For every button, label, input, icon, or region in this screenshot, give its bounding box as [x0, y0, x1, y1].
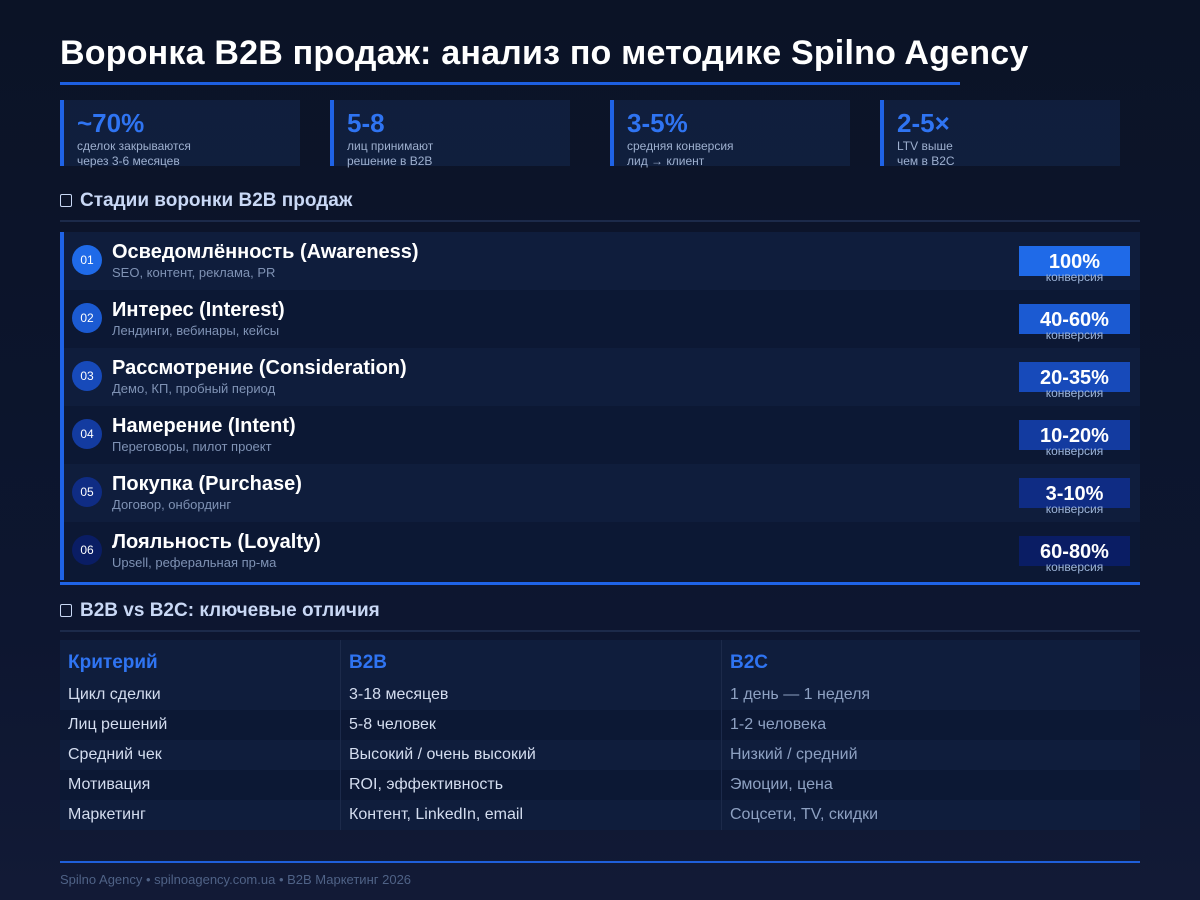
criterion-cell: Мотивация — [60, 770, 341, 800]
stage-conversion-badge: 40-60% конверсия — [1019, 304, 1130, 342]
stage-name: Рассмотрение (Consideration) — [112, 357, 407, 379]
stat-value: 2-5× — [897, 108, 950, 138]
criterion-cell: Маркетинг — [60, 800, 341, 830]
funnel-stages: 01 Осведомлённость (Awareness) SEO, контен… — [60, 232, 1140, 585]
b2b-cell: 5-8 человек — [340, 710, 722, 740]
conversion-label: конверсия — [1045, 560, 1104, 574]
stat-value: ~70% — [77, 108, 145, 138]
b2c-cell: Низкий / средний — [721, 740, 1140, 770]
stat-desc: лиц принимают решение в B2B — [347, 139, 434, 168]
b2b-cell: Высокий / очень высокий — [340, 740, 722, 770]
stat-card: 2-5× LTV выше чем в B2C — [880, 100, 1120, 168]
funnel-heading: Стадии воронки B2B продаж — [60, 190, 1140, 222]
stat-desc: сделок закрываются через 3-6 месяцев — [77, 139, 191, 168]
section-icon — [60, 194, 72, 207]
stats-row: ~70% сделок закрываются через 3-6 месяце… — [60, 100, 1140, 168]
footer-divider — [60, 861, 1140, 863]
comparison-heading-text: B2B vs B2C: ключевые отличия — [80, 600, 380, 621]
table-row: Цикл сделки 3-18 месяцев 1 день — 1 неделя — [60, 680, 1140, 710]
criterion-cell: Цикл сделки — [60, 680, 341, 710]
stat-value: 3-5% — [627, 108, 688, 138]
b2c-cell: Эмоции, цена — [721, 770, 1140, 800]
stage-channels: Лендинги, вебинары, кейсы — [112, 323, 280, 338]
stage-channels: Upsell, реферальная пр-ма — [112, 555, 277, 570]
stat-value: 5-8 — [347, 108, 385, 138]
stat-card: 5-8 лиц принимают решение в B2B — [330, 100, 570, 168]
stage-number-badge: 05 — [72, 477, 102, 507]
conversion-label: конверсия — [1045, 502, 1104, 516]
stage-number-badge: 06 — [72, 535, 102, 565]
stage-number-badge: 03 — [72, 361, 102, 391]
conversion-label: конверсия — [1045, 270, 1104, 284]
stat-card: 3-5% средняя конверсия лид → клиент — [610, 100, 850, 168]
stage-name: Интерес (Interest) — [112, 299, 285, 321]
conversion-label: конверсия — [1045, 328, 1104, 342]
funnel-stage: 06 Лояльность (Loyalty) Upsell, реферальна… — [60, 522, 1140, 580]
stage-name: Лояльность (Loyalty) — [112, 531, 321, 553]
stat-desc: LTV выше чем в B2C — [897, 139, 955, 168]
criterion-cell: Средний чек — [60, 740, 341, 770]
stage-number-badge: 01 — [72, 245, 102, 275]
b2b-cell: ROI, эффективность — [340, 770, 722, 800]
header-b2c: B2C — [721, 640, 1140, 680]
table-row: Маркетинг Контент, LinkedIn, email Соцсети… — [60, 800, 1140, 830]
funnel-stage: 03 Рассмотрение (Consideration) Демо, КП, … — [60, 348, 1140, 406]
stage-conversion-badge: 3-10% конверсия — [1019, 478, 1130, 516]
header-b2b: B2B — [340, 640, 722, 680]
funnel-stage: 04 Намерение (Intent) Переговоры, пилот пр… — [60, 406, 1140, 464]
stage-channels: SEO, контент, реклама, PR — [112, 265, 276, 280]
section-icon — [60, 604, 72, 617]
stat-desc: средняя конверсия лид → клиент — [627, 139, 734, 168]
stage-name: Намерение (Intent) — [112, 415, 296, 437]
stat-card: ~70% сделок закрываются через 3-6 месяце… — [60, 100, 300, 168]
b2c-cell: Соцсети, TV, скидки — [721, 800, 1140, 830]
stage-name: Покупка (Purchase) — [112, 473, 302, 495]
b2b-cell: Контент, LinkedIn, email — [340, 800, 722, 830]
b2c-cell: 1 день — 1 неделя — [721, 680, 1140, 710]
funnel-stage: 02 Интерес (Interest) Лендинги, вебинары, … — [60, 290, 1140, 348]
b2b-cell: 3-18 месяцев — [340, 680, 722, 710]
funnel-stage: 01 Осведомлённость (Awareness) SEO, контен… — [60, 232, 1140, 290]
stage-conversion-badge: 100% конверсия — [1019, 246, 1130, 284]
stage-channels: Переговоры, пилот проект — [112, 439, 272, 454]
stage-name: Осведомлённость (Awareness) — [112, 241, 419, 263]
table-row: Мотивация ROI, эффективность Эмоции, цена — [60, 770, 1140, 800]
table-row: Лиц решений 5-8 человек 1-2 человека — [60, 710, 1140, 740]
stage-channels: Демо, КП, пробный период — [112, 381, 276, 396]
conversion-label: конверсия — [1045, 386, 1104, 400]
table-row: Средний чек Высокий / очень высокий Низкий… — [60, 740, 1140, 770]
stage-conversion-badge: 20-35% конверсия — [1019, 362, 1130, 400]
stage-number-badge: 02 — [72, 303, 102, 333]
footer: Spilno Agency • spilnoagency.com.ua • B2… — [60, 872, 412, 887]
title-underline — [60, 82, 960, 85]
comparison-heading: B2B vs B2C: ключевые отличия — [60, 600, 1140, 632]
stage-number-badge: 04 — [72, 419, 102, 449]
b2c-cell: 1-2 человека — [721, 710, 1140, 740]
page-title: Воронка B2B продаж: анализ по методике S… — [60, 34, 1029, 72]
comparison-table: Критерий B2B B2C Цикл сделки 3-18 месяцев… — [60, 640, 1140, 830]
funnel-heading-text: Стадии воронки B2B продаж — [80, 190, 353, 211]
conversion-label: конверсия — [1045, 444, 1104, 458]
funnel-stage: 05 Покупка (Purchase) Договор, онбординг 3-… — [60, 464, 1140, 522]
table-header-row: Критерий B2B B2C — [60, 640, 1140, 680]
stage-channels: Договор, онбординг — [112, 497, 232, 512]
stage-conversion-badge: 60-80% конверсия — [1019, 536, 1130, 574]
criterion-cell: Лиц решений — [60, 710, 341, 740]
stage-conversion-badge: 10-20% конверсия — [1019, 420, 1130, 458]
header-criterion: Критерий — [60, 640, 341, 680]
